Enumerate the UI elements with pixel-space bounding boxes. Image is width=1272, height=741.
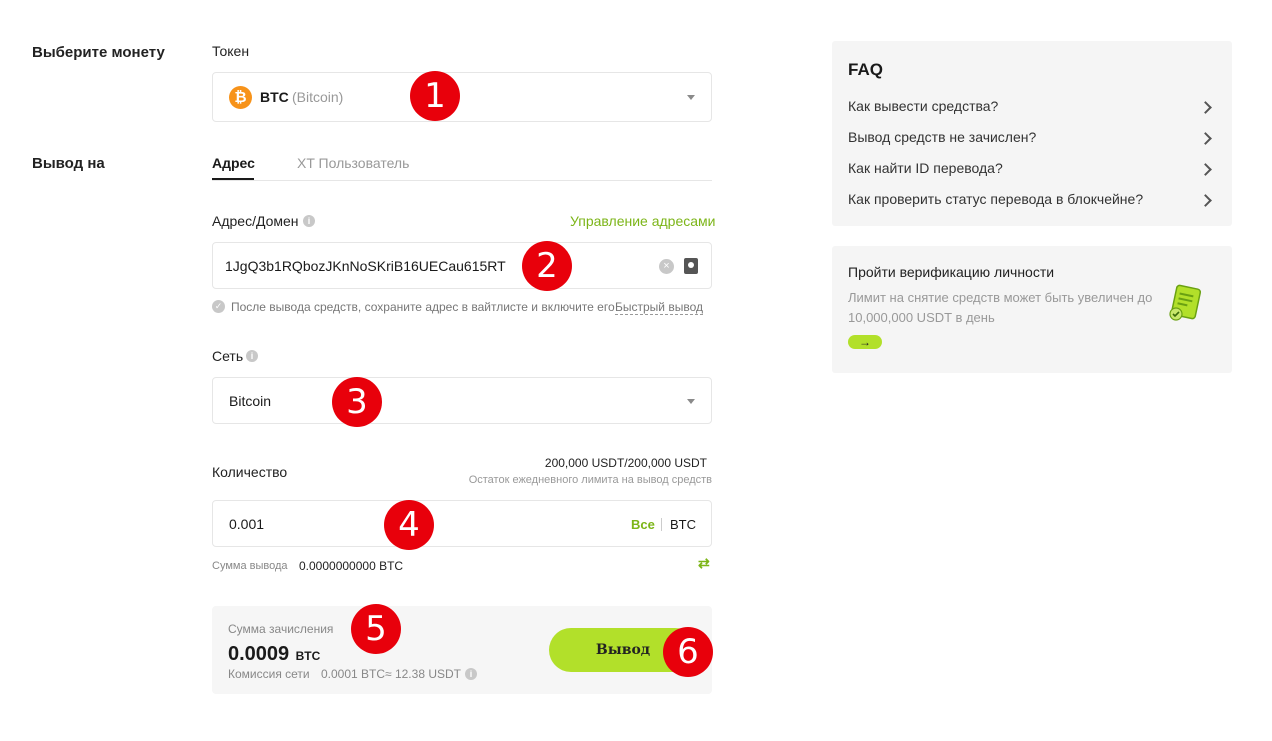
address-value: 1JgQ3b1RQbozJKnNoSKriB16UECau615RT <box>225 258 506 274</box>
faq-item-label: Вывод средств не зачислен? <box>848 129 1037 145</box>
faq-panel: FAQ Как вывести средства? Вывод средств … <box>832 41 1232 226</box>
divider <box>661 518 662 531</box>
amount-value: 0.001 <box>229 516 265 532</box>
tab-xt-user-label: XT Пользователь <box>297 155 410 171</box>
address-book-icon[interactable] <box>684 258 698 274</box>
credit-label: Сумма зачисления <box>228 622 334 636</box>
amount-label: Количество <box>212 464 288 480</box>
verification-arrow-button[interactable]: → <box>848 335 882 349</box>
step-badge-6: 6 <box>663 627 713 677</box>
token-select[interactable]: ₿ BTC (Bitcoin) <box>212 72 712 122</box>
tab-address[interactable]: Адрес <box>212 155 255 180</box>
daily-limit-desc: Остаток ежедневного лимита на вывод сред… <box>468 474 712 486</box>
all-button[interactable]: Все <box>631 517 655 532</box>
token-label: Токен <box>212 43 250 59</box>
withdraw-to-label: Вывод на <box>32 155 105 172</box>
faq-item[interactable]: Как вывести средства? <box>848 98 1216 118</box>
withdraw-sum-label: Сумма вывода <box>212 560 288 572</box>
faq-item-label: Как проверить статус перевода в блокчейн… <box>848 191 1144 207</box>
daily-limit-value: 200,000 USDT/200,000 USDT <box>544 456 707 470</box>
tab-xt-user[interactable]: XT Пользователь <box>297 155 409 173</box>
faq-item[interactable]: Вывод средств не зачислен? <box>848 129 1216 149</box>
fee-label: Комиссия сети <box>228 667 310 681</box>
step-badge-4: 4 <box>384 500 434 550</box>
choose-coin-label: Выберите монету <box>32 44 165 61</box>
address-input[interactable]: 1JgQ3b1RQbozJKnNoSKriB16UECau615RT × <box>212 242 712 289</box>
credit-amount: 0.0009 <box>228 643 290 665</box>
info-icon: i <box>303 215 315 227</box>
summary-box: Сумма зачисления 0.0009 BTC Комиссия сет… <box>212 606 712 694</box>
clear-icon[interactable]: × <box>659 259 674 274</box>
tabs-divider <box>212 180 712 181</box>
fee-value: 0.0001 BTC≈ 12.38 USDT <box>321 667 461 681</box>
credit-unit: BTC <box>295 649 321 663</box>
chevron-down-icon <box>687 95 695 100</box>
faq-title: FAQ <box>848 60 883 79</box>
network-label: Сеть <box>212 348 244 364</box>
step-badge-2: 2 <box>522 241 572 291</box>
manage-addresses-link[interactable]: Управление адресами <box>570 213 715 229</box>
network-value: Bitcoin <box>229 393 272 409</box>
info-icon: i <box>246 350 258 362</box>
arrow-right-icon: → <box>859 335 871 349</box>
faq-item-label: Как вывести средства? <box>848 98 999 114</box>
withdraw-sum-value: 0.0000000000 BTC <box>299 559 404 573</box>
address-label: Адрес/Домен <box>212 213 299 229</box>
verification-panel: Пройти верификацию личности Лимит на сня… <box>832 246 1232 373</box>
token-name: (Bitcoin) <box>292 89 344 105</box>
chevron-right-icon <box>1199 163 1212 176</box>
chevron-down-icon <box>687 399 695 404</box>
chevron-right-icon <box>1199 194 1212 207</box>
token-symbol: BTC <box>260 89 289 105</box>
credit-value: 0.0009 BTC <box>228 643 320 666</box>
faq-item[interactable]: Как проверить статус перевода в блокчейн… <box>848 191 1216 211</box>
verification-title: Пройти верификацию личности <box>848 264 1055 280</box>
amount-unit: BTC <box>670 517 696 532</box>
bitcoin-icon: ₿ <box>229 86 252 109</box>
amount-input[interactable]: 0.001 Все BTC <box>212 500 712 547</box>
faq-item[interactable]: Как найти ID перевода? <box>848 160 1216 180</box>
withdraw-button-label: Вывод <box>595 642 651 658</box>
step-badge-3: 3 <box>332 377 382 427</box>
address-hint: После вывода средств, сохраните адрес в … <box>231 300 615 314</box>
check-icon: ✓ <box>212 300 225 313</box>
step-badge-1: 1 <box>410 71 460 121</box>
step-badge-5: 5 <box>351 604 401 654</box>
tab-address-label: Адрес <box>212 155 255 171</box>
network-select[interactable]: Bitcoin <box>212 377 712 424</box>
info-icon: i <box>465 668 477 680</box>
verification-document-icon <box>1168 284 1206 322</box>
swap-icon[interactable]: ⇄ <box>698 555 710 572</box>
faq-item-label: Как найти ID перевода? <box>848 160 1003 176</box>
chevron-right-icon <box>1199 132 1212 145</box>
chevron-right-icon <box>1199 101 1212 114</box>
verification-desc: Лимит на снятие средств может быть увели… <box>848 290 1153 325</box>
quick-withdraw-link[interactable]: Быстрый вывод <box>615 300 703 315</box>
